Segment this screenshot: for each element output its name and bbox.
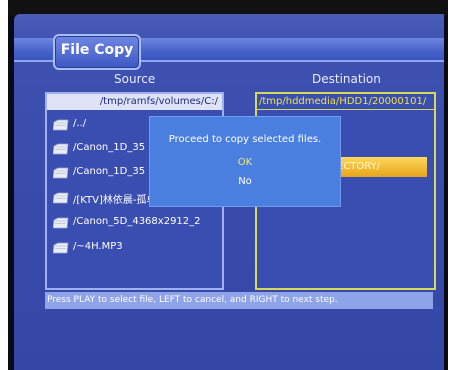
tab-file-copy-label: File Copy bbox=[60, 42, 134, 58]
destination-selected-label: ECTORY/ bbox=[337, 161, 381, 172]
ok-button[interactable]: OK bbox=[150, 157, 340, 168]
no-button[interactable]: No bbox=[150, 176, 340, 187]
folder-icon bbox=[53, 167, 69, 179]
file-list-item[interactable]: /Canon_5D_4368x2912_2 bbox=[53, 213, 218, 233]
tab-file-copy[interactable]: File Copy bbox=[53, 34, 141, 70]
help-bar: Press PLAY to select file, LEFT to cance… bbox=[45, 292, 433, 309]
file-name: /Canon_5D_4368x2912_2 bbox=[73, 216, 201, 227]
folder-icon bbox=[53, 242, 69, 254]
destination-path: /tmp/hddmedia/HDD1/20000101/ bbox=[257, 94, 434, 110]
file-list-item[interactable]: /~4H.MP3 bbox=[53, 238, 218, 258]
folder-icon bbox=[53, 192, 69, 204]
file-name: /~4H.MP3 bbox=[73, 241, 123, 252]
folder-icon bbox=[53, 217, 69, 229]
folder-icon bbox=[53, 119, 69, 131]
dialog-message: Proceed to copy selected files. bbox=[168, 134, 322, 145]
folder-icon bbox=[53, 143, 69, 155]
file-copy-panel: File Copy Source Destination /tmp/ramfs/… bbox=[14, 14, 444, 370]
source-path: /tmp/ramfs/volumes/C:/ bbox=[47, 94, 222, 110]
destination-title: Destination bbox=[312, 72, 381, 86]
confirm-dialog: Proceed to copy selected files. OK No bbox=[149, 116, 341, 207]
tv-screen: File Copy Source Destination /tmp/ramfs/… bbox=[8, 0, 448, 370]
source-title: Source bbox=[114, 72, 156, 86]
